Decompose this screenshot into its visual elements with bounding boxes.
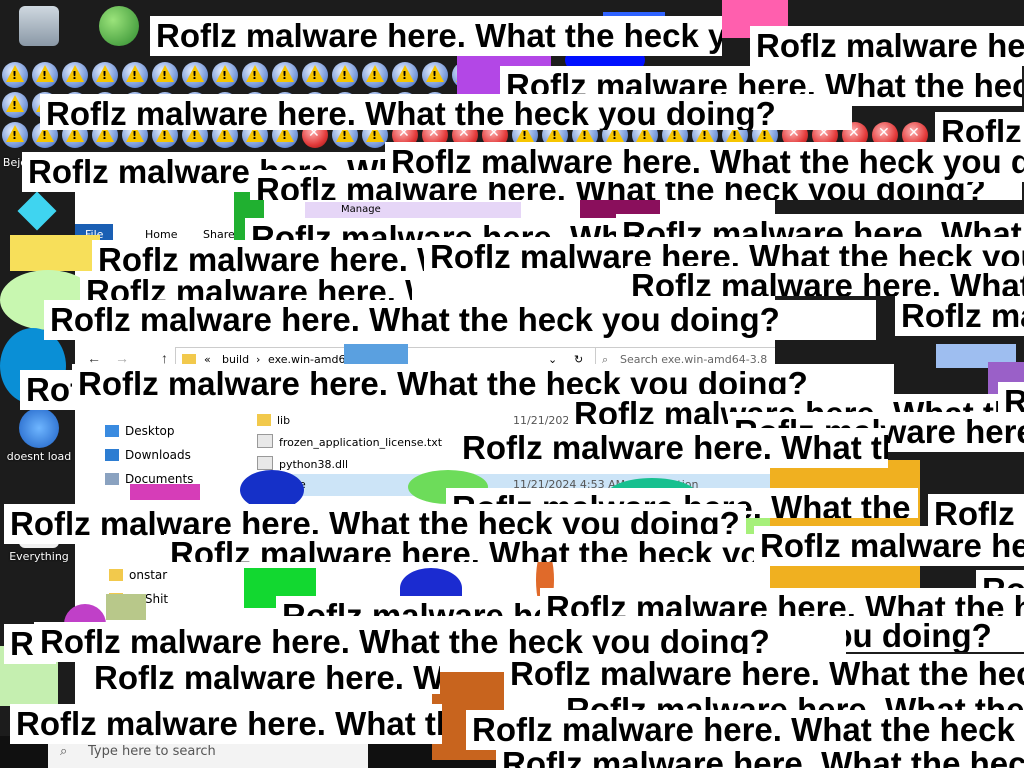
users-shortcut-icon	[99, 6, 139, 46]
malware-popup-text: Roflz malware here. What the heck you do…	[385, 142, 1024, 182]
malware-popup-text: Roflz malware here. What the heck you do…	[456, 428, 888, 468]
glitch-shape	[130, 484, 200, 500]
malware-popup-text: Roflz malware here. What the heck you do…	[80, 272, 412, 300]
documents-icon	[105, 473, 119, 485]
malware-popup-text: Roflz malware here. What the heck you do…	[88, 658, 440, 694]
app-shortcut-icon	[19, 408, 59, 448]
warning-icon	[0, 60, 30, 90]
file-name: lib	[277, 414, 291, 427]
desktop-icon-label: Everything	[9, 550, 69, 563]
desktop-icon-recycle-bin[interactable]	[4, 6, 74, 48]
file-name: python38.dll	[279, 458, 349, 471]
manage-label: Manage	[341, 204, 381, 215]
warning-icon	[360, 60, 390, 90]
malware-popup-text: Roflz malware here. What the heck you do…	[40, 94, 852, 130]
warning-icon	[120, 60, 150, 90]
warning-icon	[390, 60, 420, 90]
malware-popup-text: Roflz malware here. What the heck you do…	[750, 26, 1024, 66]
dll-file-icon	[257, 456, 273, 470]
warning-icon	[60, 60, 90, 90]
malware-popup-text: Roflz malware here. What the heck you do…	[504, 654, 1024, 694]
warning-icon	[420, 60, 450, 90]
warning-icon	[210, 60, 240, 90]
malware-popup-text: Roflz malware here. What the heck you do…	[496, 744, 1024, 768]
malware-popup-text: Roflz malware here. What the heck you do…	[10, 704, 442, 744]
desktop-icon-label: doesnt load	[6, 450, 72, 463]
malware-popup-text: Roflz malware here. What the heck you do…	[164, 534, 786, 562]
warning-icon	[240, 60, 270, 90]
text-file-icon	[257, 434, 273, 448]
warning-icon	[300, 60, 330, 90]
warning-icon	[180, 60, 210, 90]
folder-icon	[109, 569, 123, 581]
sidebar-item-downloads[interactable]: Downloads	[105, 448, 191, 462]
malware-popup-text: Roflz malware here. What the heck you do…	[625, 266, 1024, 296]
sidebar-item-label: Downloads	[125, 448, 191, 462]
glitch-shape	[10, 235, 100, 271]
sidebar-item-desktop[interactable]: Desktop	[105, 424, 175, 438]
manage-tab-highlight[interactable]: Manage	[305, 202, 521, 218]
malware-popup-text: Roflz malware here. What the heck you do…	[44, 300, 876, 340]
desktop-icon-doesnt-load[interactable]: doesnt load	[4, 408, 74, 463]
sidebar-item-label: Desktop	[125, 424, 175, 438]
desktop-icon-users[interactable]	[84, 6, 154, 48]
glitch-shape	[770, 460, 920, 590]
recycle-bin-icon	[19, 6, 59, 46]
warning-icon	[90, 60, 120, 90]
malware-popup-text: Roflz malware here. What the heck you do…	[150, 16, 722, 56]
glitch-shape	[344, 344, 408, 364]
file-name: frozen_application_license.txt	[279, 436, 443, 449]
sidebar-item-label: onstar	[129, 568, 168, 582]
downloads-icon	[105, 449, 119, 461]
warning-icon	[0, 120, 30, 150]
desktop-icon	[105, 425, 119, 437]
warning-icon-row	[0, 60, 480, 90]
folder-icon	[257, 414, 271, 426]
malware-popup-text: Roflz malware here. What the heck you do…	[540, 588, 1024, 618]
warning-icon	[330, 60, 360, 90]
warning-icon	[270, 60, 300, 90]
warning-icon	[0, 90, 30, 120]
malware-popup-text: Roflz malware here. What the heck you do…	[754, 526, 1024, 566]
warning-icon	[150, 60, 180, 90]
warning-icon	[30, 60, 60, 90]
malware-popup-text: Roflz malware here. What the heck you do…	[895, 296, 1024, 336]
glitch-shape	[106, 594, 146, 620]
sidebar-item-onstar[interactable]: onstar	[109, 568, 167, 582]
glitch-shape	[17, 191, 57, 231]
